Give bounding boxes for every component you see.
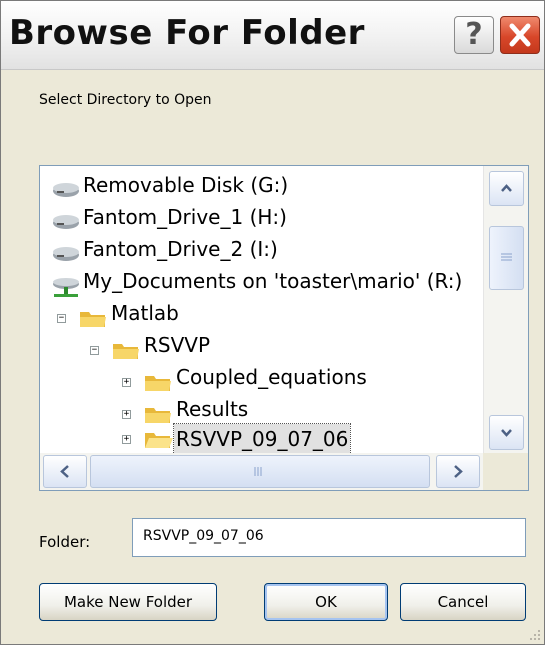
expand-icon[interactable]: + xyxy=(122,410,131,419)
make-new-folder-label: Make New Folder xyxy=(63,593,193,611)
tree-item-label: Fantom_Drive_1 (H:) xyxy=(83,205,287,229)
tree-item-fantom-drive-1[interactable]: Fantom_Drive_1 (H:) xyxy=(40,205,480,239)
scroll-left-button[interactable] xyxy=(43,455,87,488)
chevron-right-icon xyxy=(454,465,463,478)
browse-for-folder-dialog: Browse For Folder ? Select Directory to … xyxy=(0,0,545,645)
scroll-right-button[interactable] xyxy=(436,455,480,488)
chevron-up-icon xyxy=(501,184,512,192)
tree-item-label: Fantom_Drive_2 (I:) xyxy=(83,237,278,261)
horizontal-scroll-thumb[interactable] xyxy=(90,455,430,488)
drive-icon xyxy=(53,215,79,229)
collapse-icon[interactable]: − xyxy=(57,314,66,323)
grip-icon xyxy=(501,253,512,261)
help-button[interactable]: ? xyxy=(454,16,494,54)
tree-item-label: My_Documents on 'toaster\mario' (R:) xyxy=(83,269,463,293)
network-drive-icon xyxy=(53,278,79,297)
tree-item-label: RSVVP_09_07_06 xyxy=(172,423,352,455)
tree-item-fantom-drive-2[interactable]: Fantom_Drive_2 (I:) xyxy=(40,237,480,271)
grip-icon xyxy=(254,467,262,476)
chevron-left-icon xyxy=(60,465,69,478)
folder-name-input[interactable]: RSVVP_09_07_06 xyxy=(132,518,526,557)
scroll-down-button[interactable] xyxy=(489,415,524,450)
make-new-folder-button[interactable]: Make New Folder xyxy=(39,583,217,621)
tree-item-label: Coupled_equations xyxy=(176,365,367,389)
tree-item-coupled-equations[interactable]: + Coupled_equations xyxy=(40,365,480,399)
chevron-down-icon xyxy=(501,429,512,437)
expand-icon[interactable]: + xyxy=(122,378,131,387)
collapse-icon[interactable]: − xyxy=(90,346,99,355)
tree-item-label: RSVVP xyxy=(144,333,211,357)
tree-item-label: Results xyxy=(176,397,249,421)
tree-item-label: Removable Disk (G:) xyxy=(83,173,289,197)
close-icon xyxy=(509,23,531,47)
dialog-prompt: Select Directory to Open xyxy=(39,92,212,108)
folder-icon xyxy=(145,376,171,391)
horizontal-scrollbar[interactable] xyxy=(40,453,483,490)
ok-button[interactable]: OK xyxy=(264,583,388,621)
close-button[interactable] xyxy=(500,16,540,54)
scroll-up-button[interactable] xyxy=(489,171,524,206)
vertical-scrollbar[interactable] xyxy=(483,166,528,453)
folder-tree[interactable]: Removable Disk (G:) Fantom_Drive_1 (H:) … xyxy=(39,165,529,491)
tree-item-removable-disk[interactable]: Removable Disk (G:) xyxy=(40,173,480,207)
title-bar[interactable]: Browse For Folder ? xyxy=(1,1,544,70)
drive-icon xyxy=(53,183,79,197)
folder-label: Folder: xyxy=(39,533,91,551)
cancel-label: Cancel xyxy=(437,593,489,611)
expand-icon[interactable]: + xyxy=(122,435,131,444)
scrollbar-corner xyxy=(483,453,528,490)
ok-label: OK xyxy=(315,593,337,611)
folder-icon xyxy=(80,312,106,327)
tree-item-label: Matlab xyxy=(111,301,179,325)
cancel-button[interactable]: Cancel xyxy=(400,583,526,621)
drive-icon xyxy=(53,247,79,261)
vertical-scroll-thumb[interactable] xyxy=(489,226,524,290)
help-icon: ? xyxy=(465,17,483,52)
tree-item-matlab[interactable]: − Matlab xyxy=(40,301,480,335)
tree-item-rsvvp[interactable]: − RSVVP xyxy=(40,333,480,367)
dialog-title: Browse For Folder xyxy=(9,13,365,53)
tree-item-my-documents[interactable]: My_Documents on 'toaster\mario' (R:) xyxy=(40,269,480,303)
folder-icon xyxy=(113,344,139,359)
open-folder-icon xyxy=(145,433,173,448)
tree-item-rsvvp-09-07-06[interactable]: + RSVVP_09_07_06 xyxy=(40,422,480,456)
resize-grip-icon[interactable] xyxy=(526,626,542,642)
